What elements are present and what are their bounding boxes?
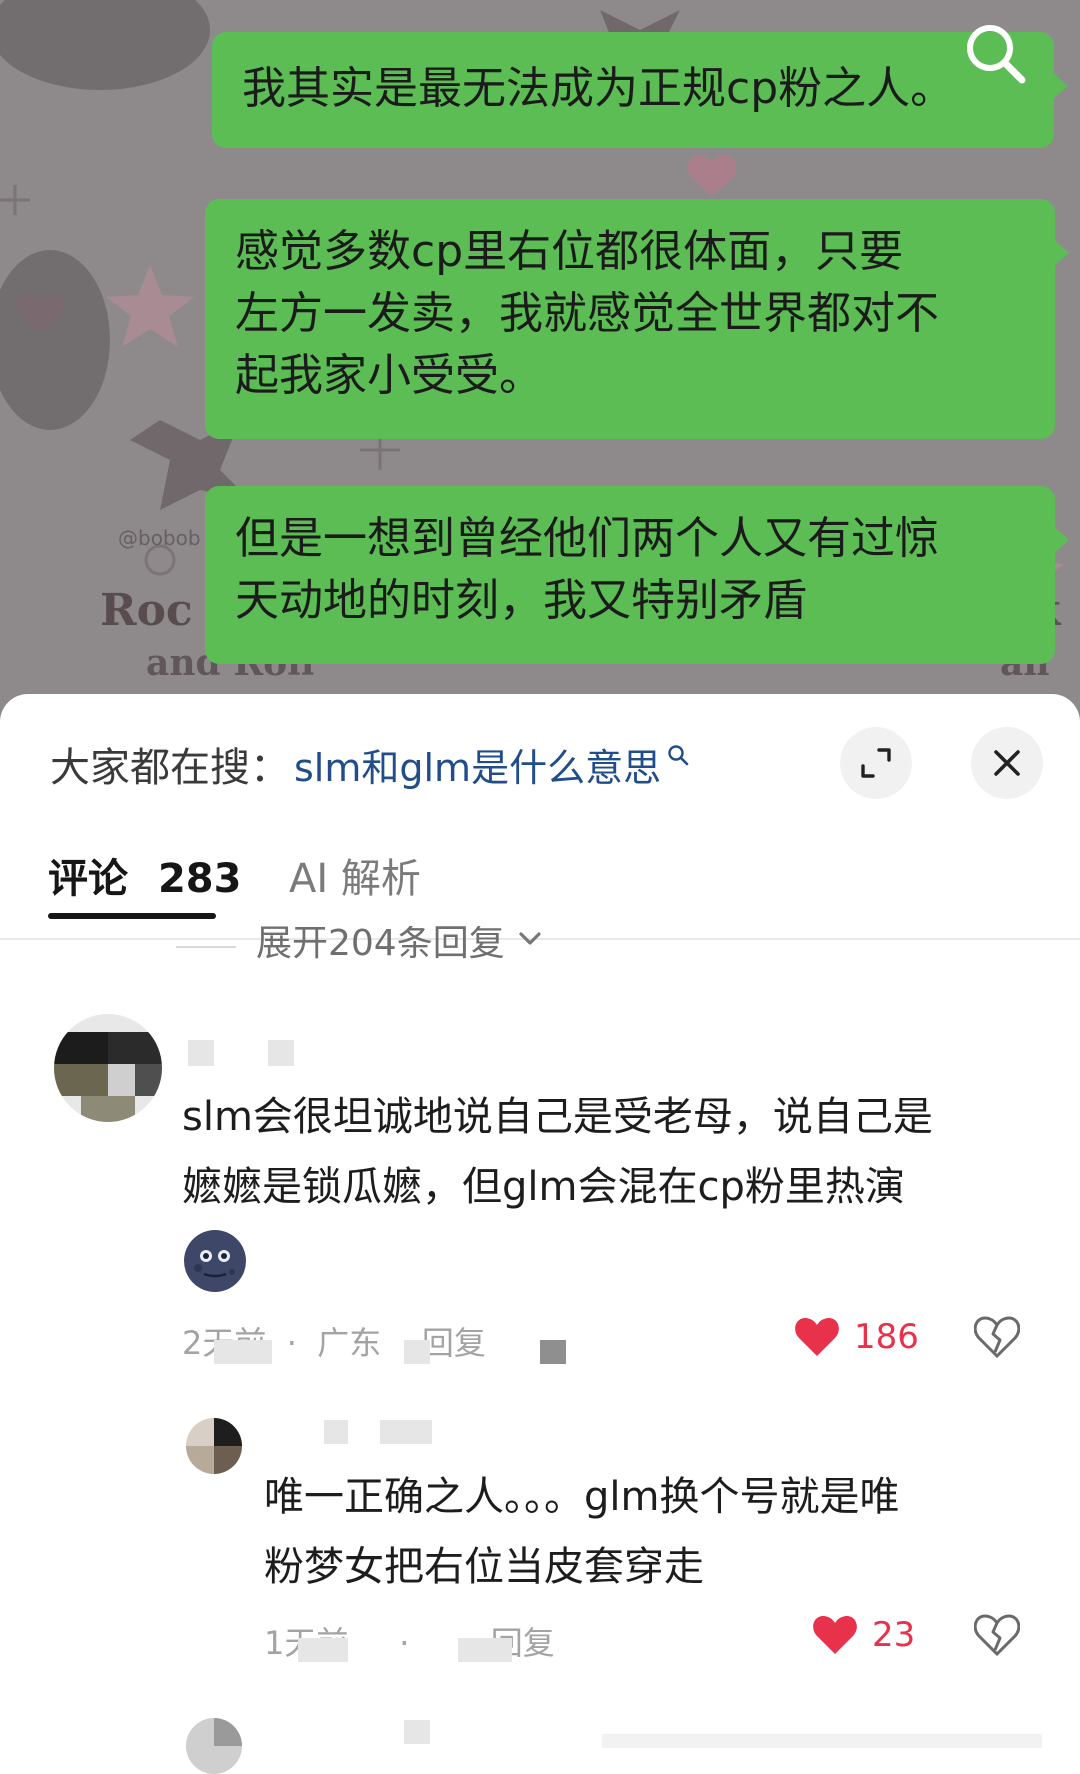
avatar[interactable]: [54, 1014, 162, 1122]
close-button[interactable]: [971, 727, 1043, 799]
chat-bubble-text: 我其实是最无法成为正规cp粉之人。: [242, 63, 955, 114]
redacted: [298, 1638, 348, 1662]
comment-placeholder: [602, 1734, 1042, 1748]
like-button[interactable]: 23: [812, 1614, 915, 1656]
username-redacted: [188, 1040, 214, 1066]
tab-bar: 评论 283 AI 解析: [0, 834, 1080, 934]
like-count: 23: [872, 1615, 916, 1655]
chat-bubble-text: 感觉多数cp里右位都很体面，只要 左方一发卖，我就感觉全世界都对不 起我家小受受…: [235, 226, 939, 401]
hot-search-link[interactable]: slm和glm是什么意思: [294, 737, 661, 792]
chat-bubble: 我其实是最无法成为正规cp粉之人。: [212, 32, 1068, 148]
expand-replies-label: 展开204条回复: [256, 926, 505, 964]
heart-icon: [813, 1615, 857, 1654]
broken-heart-icon[interactable]: [974, 1316, 1020, 1358]
expand-button[interactable]: [840, 727, 912, 799]
art-text: Roc: [100, 585, 193, 636]
chat-bubble: 感觉多数cp里右位都很体面，只要 左方一发卖，我就感觉全世界都对不 起我家小受受…: [205, 199, 1069, 439]
tab-comments[interactable]: 评论 283: [48, 846, 241, 904]
expand-icon: [861, 748, 891, 778]
redacted: [214, 1340, 272, 1364]
redacted: [540, 1340, 566, 1364]
divider: [176, 946, 236, 948]
username-redacted: [324, 1420, 348, 1444]
redacted: [404, 1340, 430, 1364]
search-icon[interactable]: [960, 20, 1030, 90]
avatar[interactable]: [186, 1418, 242, 1474]
username-redacted: [404, 1720, 430, 1744]
like-button[interactable]: 186: [794, 1316, 919, 1358]
chevron-down-icon: [519, 932, 541, 945]
close-icon: [994, 750, 1020, 776]
redacted: [458, 1638, 512, 1662]
search-icon: [668, 745, 689, 766]
comment-text: 唯一正确之人。。。glm换个号就是唯 粉梦女把右位当皮套穿走: [264, 1474, 900, 1590]
chat-bubble: 但是一想到曾经他们两个人又有过惊 天动地的时刻，我又特别矛盾: [205, 486, 1069, 664]
like-count: 186: [854, 1317, 919, 1357]
avatar[interactable]: [186, 1718, 242, 1774]
tab-active-indicator: [48, 913, 216, 919]
tab-comments-label: 评论: [48, 856, 128, 902]
tab-comments-count: 283: [157, 856, 242, 902]
comment-text: slm会很坦诚地说自己是受老母，说自己是 嬷嬷是锁瓜嬷，但glm会混在cp粉里热…: [182, 1094, 933, 1210]
broken-heart-icon[interactable]: [974, 1614, 1020, 1656]
heart-icon: [795, 1317, 839, 1356]
username-redacted: [268, 1040, 294, 1066]
moon-emoji: [184, 1230, 246, 1292]
chat-bubble-text: 但是一想到曾经他们两个人又有过惊 天动地的时刻，我又特别矛盾: [235, 513, 939, 626]
hot-search-bar: 大家都在搜： slm和glm是什么意思: [50, 734, 689, 794]
username-redacted: [380, 1420, 432, 1444]
tab-ai-analysis[interactable]: AI 解析: [289, 846, 421, 904]
expand-replies-button[interactable]: 展开204条回复: [176, 926, 545, 976]
hot-search-label: 大家都在搜：: [50, 745, 290, 791]
watermark: @bobob: [118, 526, 201, 550]
video-background: @bobob Roc and Roll k an 我其实是最无法成为正规cp粉之…: [0, 0, 1080, 720]
